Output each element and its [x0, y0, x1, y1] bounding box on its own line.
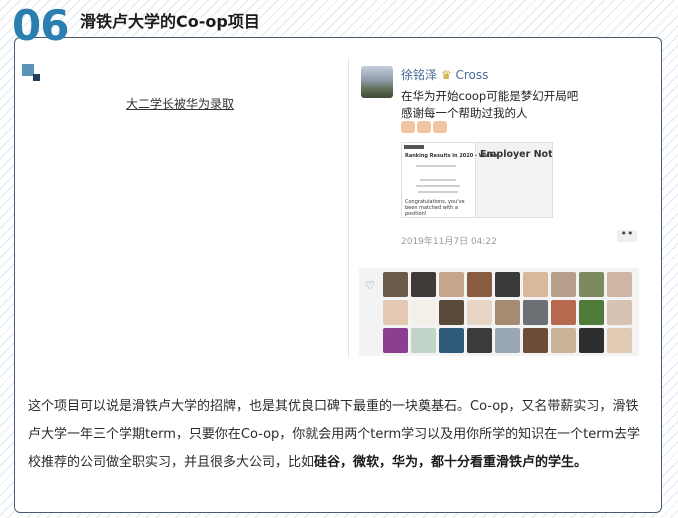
liker-avatar[interactable] [523, 272, 548, 297]
liker-avatar[interactable] [439, 272, 464, 297]
heart-icon: ♡ [365, 279, 375, 292]
liker-avatar[interactable] [495, 300, 520, 325]
liker-avatar[interactable] [523, 300, 548, 325]
liker-avatar[interactable] [411, 272, 436, 297]
poster-name-suffix: Cross [455, 68, 489, 82]
liker-avatar-grid [383, 272, 632, 353]
social-post-screenshot: 徐铭泽 ♛ Cross 在华为开始coop可能是梦幻开局吧 感谢每一个帮助过我的… [348, 58, 641, 358]
paragraph-bold-text: 硅谷，微软，华为，都十分看重滑铁卢的学生。 [314, 455, 588, 470]
liker-avatar[interactable] [579, 328, 604, 353]
liker-avatar[interactable] [607, 328, 632, 353]
likes-panel: ♡ [359, 268, 639, 356]
liker-avatar[interactable] [579, 272, 604, 297]
body-paragraph: 这个项目可以说是滑铁卢大学的招牌，也是其优良口碑下最重的一块奠基石。Co-op，… [28, 393, 650, 477]
liker-avatar[interactable] [523, 328, 548, 353]
doc-congrats-text: Congratulations, you've been matched wit… [405, 199, 465, 217]
liker-avatar[interactable] [383, 272, 408, 297]
avatar[interactable] [361, 66, 393, 98]
liker-avatar[interactable] [467, 272, 492, 297]
more-options-button[interactable]: •• [617, 228, 637, 242]
liker-avatar[interactable] [383, 328, 408, 353]
liker-avatar[interactable] [579, 300, 604, 325]
caption-link[interactable]: 大二学长被华为录取 [126, 95, 234, 112]
poster-name[interactable]: 徐铭泽 ♛ Cross [401, 66, 488, 83]
liker-avatar[interactable] [467, 328, 492, 353]
liker-avatar[interactable] [551, 328, 576, 353]
liker-avatar[interactable] [467, 300, 492, 325]
decorative-squares-icon [22, 64, 46, 82]
liker-avatar[interactable] [607, 272, 632, 297]
liker-avatar[interactable] [411, 328, 436, 353]
employer-note-label: Employer Note [480, 149, 553, 160]
liker-avatar[interactable] [383, 300, 408, 325]
liker-avatar[interactable] [607, 300, 632, 325]
post-timestamp: 2019年11月7日 04:22 [401, 237, 497, 247]
liker-avatar[interactable] [439, 328, 464, 353]
attachment-thumbnail[interactable]: Ranking Results in 2020 - Winter Congrat… [401, 142, 553, 218]
post-text-line-1: 在华为开始coop可能是梦幻开局吧 [401, 89, 579, 103]
liker-avatar[interactable] [439, 300, 464, 325]
section-number: 06 [12, 1, 69, 50]
clap-icon [433, 121, 447, 133]
clap-icon [417, 121, 431, 133]
liker-avatar[interactable] [495, 328, 520, 353]
liker-avatar[interactable] [551, 300, 576, 325]
clap-icon [401, 121, 415, 133]
section-title: 滑铁卢大学的Co-op项目 [80, 12, 260, 31]
post-text-line-2: 感谢每一个帮助过我的人 [401, 106, 528, 120]
liker-avatar[interactable] [495, 272, 520, 297]
crown-icon: ♛ [440, 68, 452, 82]
liker-avatar[interactable] [551, 272, 576, 297]
offer-document-preview: Ranking Results in 2020 - Winter Congrat… [402, 143, 498, 217]
liker-avatar[interactable] [411, 300, 436, 325]
clap-emoji-row [401, 121, 447, 133]
poster-name-text: 徐铭泽 [401, 68, 438, 82]
